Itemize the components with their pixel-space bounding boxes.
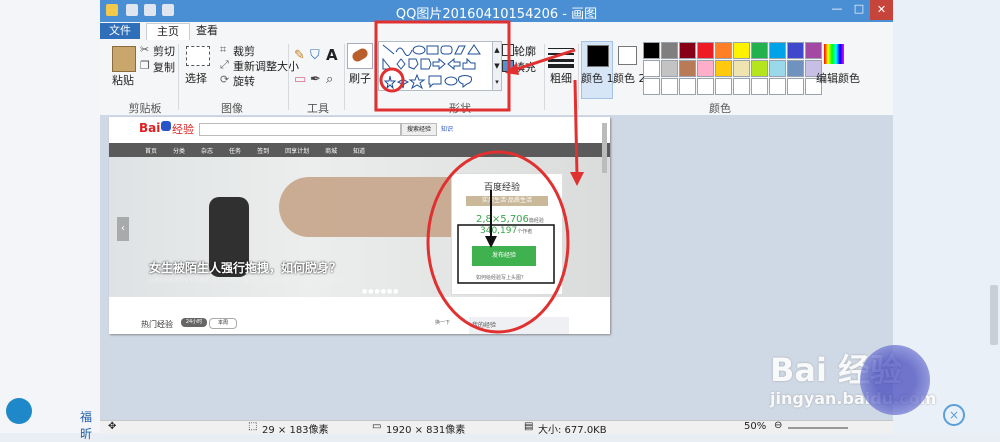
baidu-watermark: Bai 经验 jingyan.baidu.com: [770, 345, 995, 425]
pointer-arrow-left: [507, 48, 576, 74]
widget-circle-highlight: [426, 150, 570, 334]
pointer-arrow-down: [573, 79, 579, 176]
shape-circle-highlight: [379, 67, 405, 93]
drawn-arrowhead: [485, 236, 497, 248]
pointer-arrowhead-left: [505, 63, 519, 75]
watermark-badge-icon: [860, 345, 930, 415]
shapes-highlight-box: [374, 20, 511, 112]
drawn-rectangle: [457, 224, 555, 284]
pointer-arrowhead-down: [570, 172, 584, 186]
